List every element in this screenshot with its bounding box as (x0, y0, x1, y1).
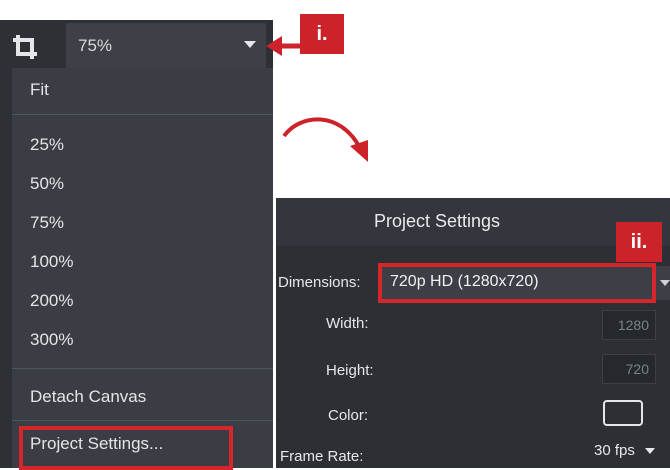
menu-item-100[interactable]: 100% (30, 252, 73, 272)
dialog-title: Project Settings (374, 211, 501, 231)
height-value: 720 (625, 361, 649, 377)
chevron-down-icon (645, 448, 656, 455)
crop-icon[interactable] (10, 32, 40, 62)
curved-arrow-icon (282, 117, 368, 162)
zoom-value: 75% (78, 36, 113, 55)
frame-rate-value: 30 fps (594, 442, 635, 459)
menu-item-25[interactable]: 25% (30, 135, 64, 155)
menu-separator (12, 368, 273, 369)
menu-item-300[interactable]: 300% (30, 330, 73, 350)
menu-item-200[interactable]: 200% (30, 291, 73, 311)
dimensions-label: Dimensions: (278, 274, 361, 291)
frame-rate-label: Frame Rate: (280, 448, 364, 465)
dialog-header: Project Settings (276, 198, 670, 246)
project-settings-highlight (19, 426, 233, 470)
chevron-down-icon (660, 280, 670, 286)
height-label: Height: (326, 362, 374, 379)
menu-item-75[interactable]: 75% (30, 213, 64, 233)
callout-label-two: ii. (616, 222, 662, 262)
menu-separator (12, 114, 273, 115)
frame-rate-dropdown[interactable]: 30 fps (594, 442, 656, 459)
color-swatch[interactable] (603, 400, 643, 426)
menu-item-fit[interactable]: Fit (30, 80, 49, 100)
color-label: Color: (328, 407, 369, 424)
width-value: 1280 (617, 317, 649, 333)
menu-separator (12, 420, 273, 421)
width-label: Width: (326, 315, 369, 332)
dimensions-highlight (378, 263, 656, 303)
width-field[interactable]: 1280 (602, 310, 656, 340)
menu-item-50[interactable]: 50% (30, 174, 64, 194)
height-field[interactable]: 720 (602, 354, 656, 384)
project-settings-dialog: Project Settings Dimensions: 720p HD (12… (276, 198, 670, 468)
red-arrow-icon (266, 36, 304, 56)
zoom-menu: Fit 25% 50% 75% 100% 200% 300% Detach Ca… (12, 68, 273, 468)
callout-label-one: i. (300, 14, 344, 54)
zoom-dropdown[interactable]: 75% (66, 23, 266, 69)
chevron-down-icon (244, 41, 256, 48)
menu-item-detach-canvas[interactable]: Detach Canvas (30, 387, 146, 407)
